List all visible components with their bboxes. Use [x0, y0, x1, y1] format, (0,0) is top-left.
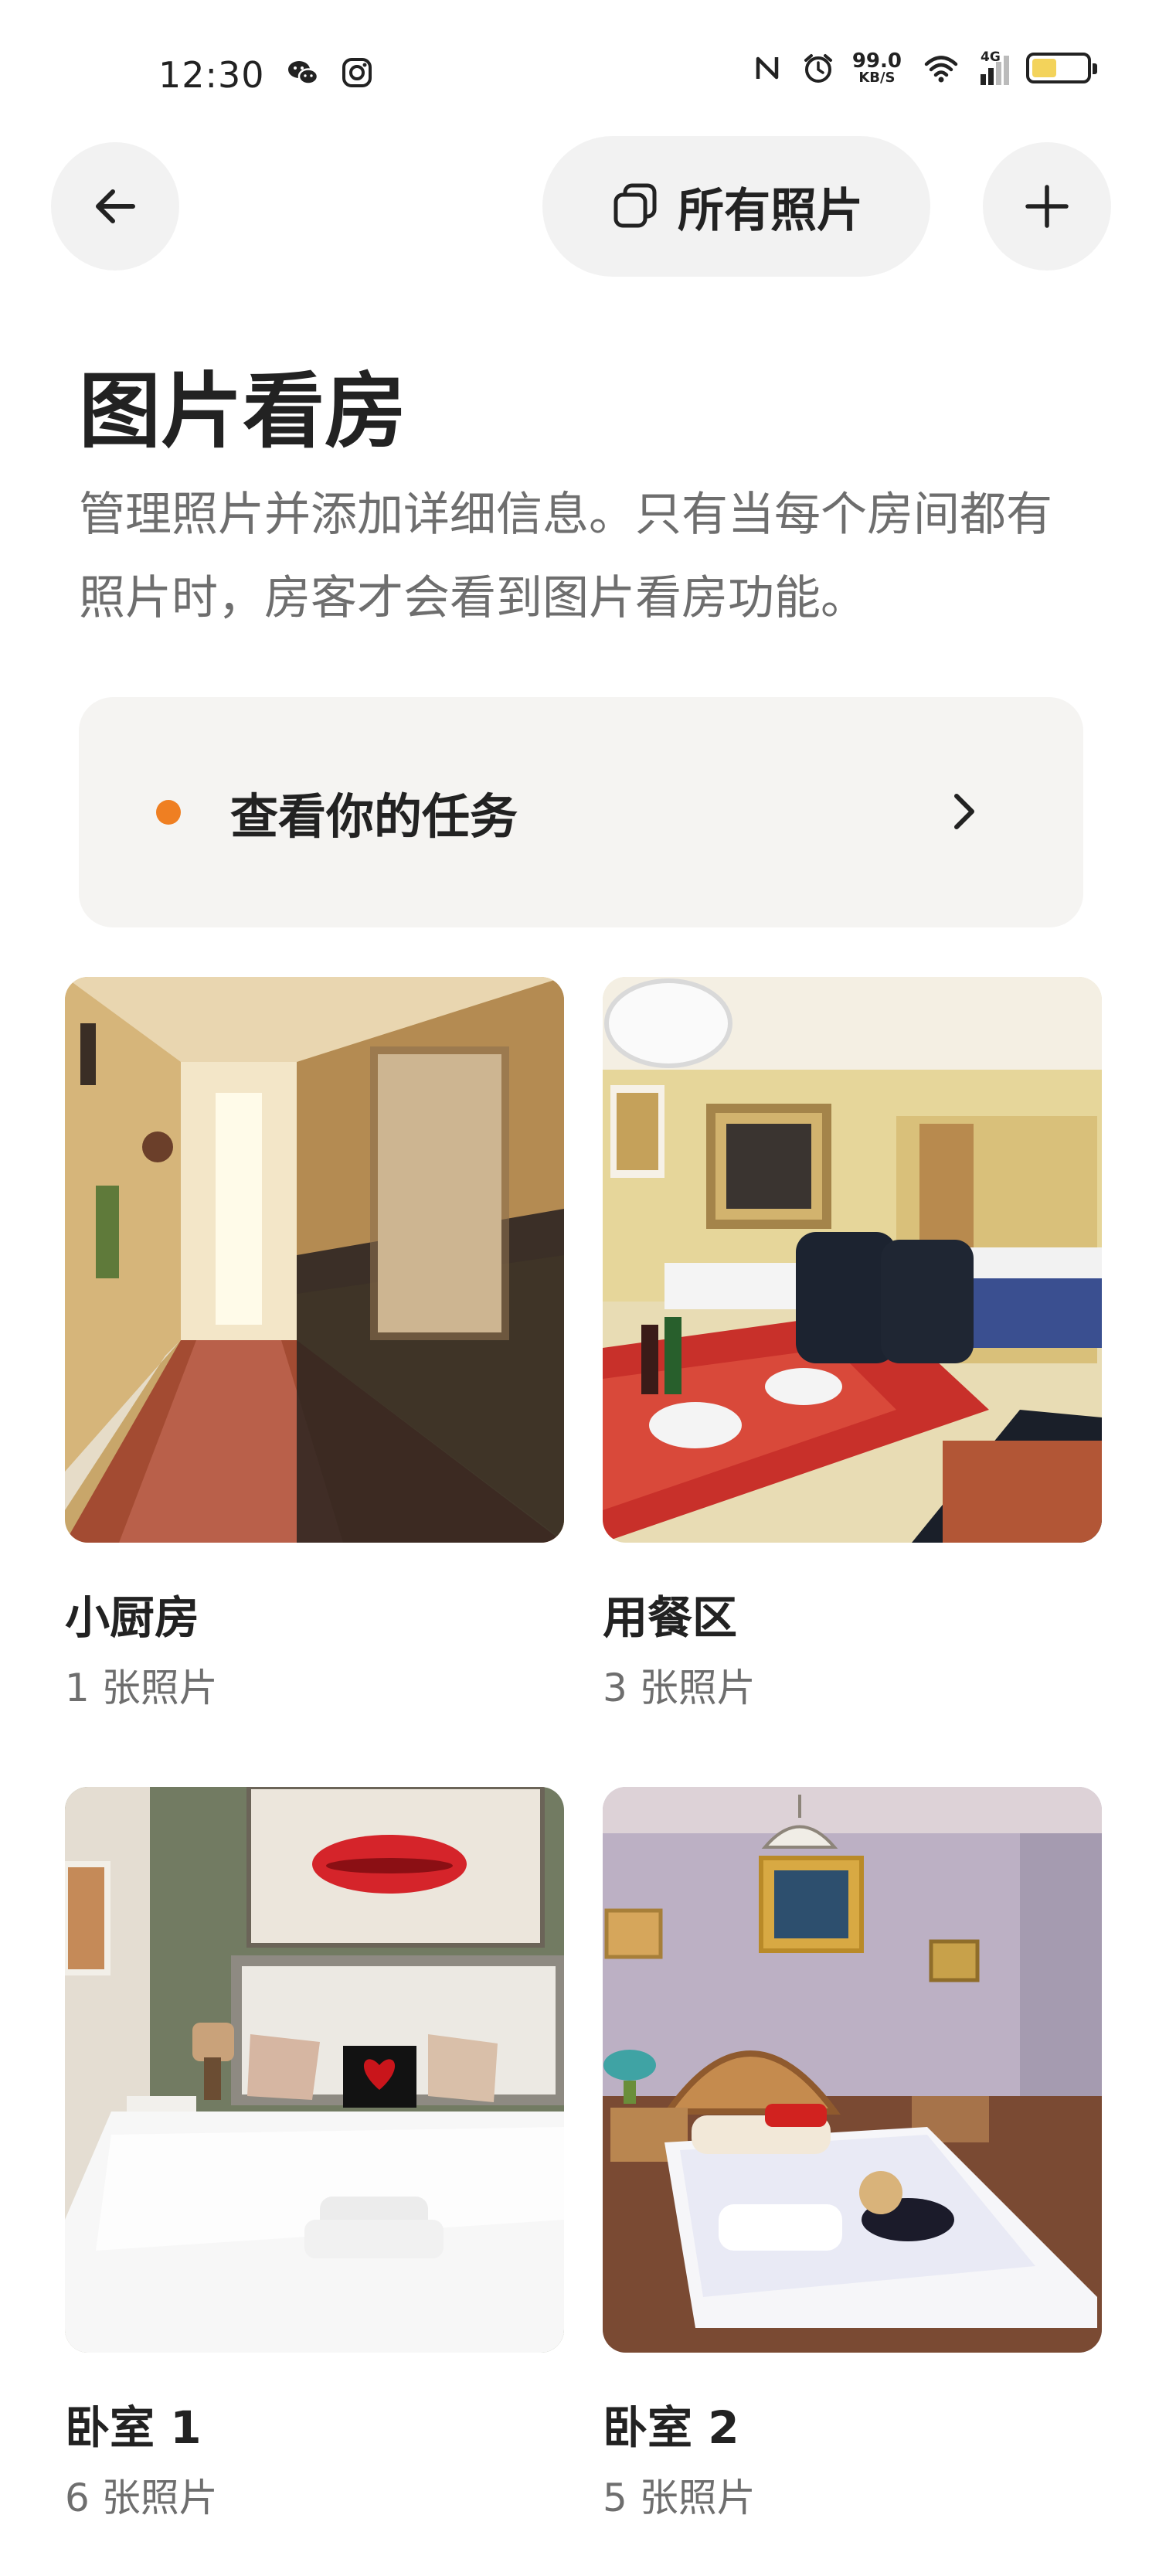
wechat-icon: [288, 61, 319, 85]
status-bar: 12:30 99.0 KB/S 4G: [0, 0, 1159, 131]
room-name: 卧室 1: [65, 2401, 202, 2454]
bedroom-photo[interactable]: [603, 1787, 1102, 2353]
room-card[interactable]: 小厨房 1 张照片: [65, 977, 564, 1710]
room-name: 卧室 2: [603, 2401, 739, 2454]
room-card[interactable]: 卧室 1 6 张照片: [65, 1787, 564, 2520]
photos-stack-icon: [613, 183, 657, 228]
photo-count: 6 张照片: [65, 2476, 218, 2520]
hallway-photo[interactable]: [65, 977, 564, 1543]
status-time: 12:30: [158, 54, 265, 96]
net-speed: 99.0 KB/S: [851, 49, 902, 86]
status-right-icons: 99.0 KB/S 4G: [750, 49, 1097, 86]
add-button[interactable]: [983, 142, 1111, 271]
view-tasks-label: 查看你的任务: [230, 788, 518, 845]
battery-fill: [1032, 59, 1056, 77]
photo-count: 3 张照片: [603, 1666, 756, 1710]
chevron-right-icon: [954, 794, 974, 829]
page-description: 管理照片并添加详细信息。只有当每个房间都有照片时，房客才会看到图片看房功能。: [79, 488, 1052, 625]
nfc-icon: [756, 56, 779, 80]
dining-room-photo[interactable]: [603, 977, 1102, 1543]
all-photos-label: 所有照片: [678, 183, 863, 238]
bedroom-photo[interactable]: [65, 1787, 564, 2353]
wifi-icon: [924, 56, 958, 83]
task-status-dot: [156, 800, 181, 825]
photo-count: 1 张照片: [65, 1666, 218, 1710]
plus-icon: [1025, 185, 1069, 228]
view-tasks-card[interactable]: 查看你的任务: [79, 697, 1083, 927]
battery-icon: [1026, 53, 1097, 83]
room-card[interactable]: 卧室 2 5 张照片: [603, 1787, 1102, 2520]
room-card[interactable]: 用餐区 3 张照片: [603, 977, 1102, 1710]
page-title: 图片看房: [79, 364, 406, 459]
status-left-icons: [286, 56, 374, 90]
network-label: 4G: [981, 49, 1001, 65]
instagram-icon: [342, 58, 372, 87]
back-button[interactable]: [51, 142, 179, 271]
signal-4g-icon: 4G: [981, 49, 1009, 85]
room-name: 用餐区: [603, 1591, 738, 1644]
room-name: 小厨房: [65, 1591, 200, 1644]
alarm-icon: [804, 54, 832, 83]
all-photos-button[interactable]: 所有照片: [542, 136, 930, 277]
photo-count: 5 张照片: [603, 2476, 756, 2520]
arrow-left-icon: [96, 189, 135, 223]
